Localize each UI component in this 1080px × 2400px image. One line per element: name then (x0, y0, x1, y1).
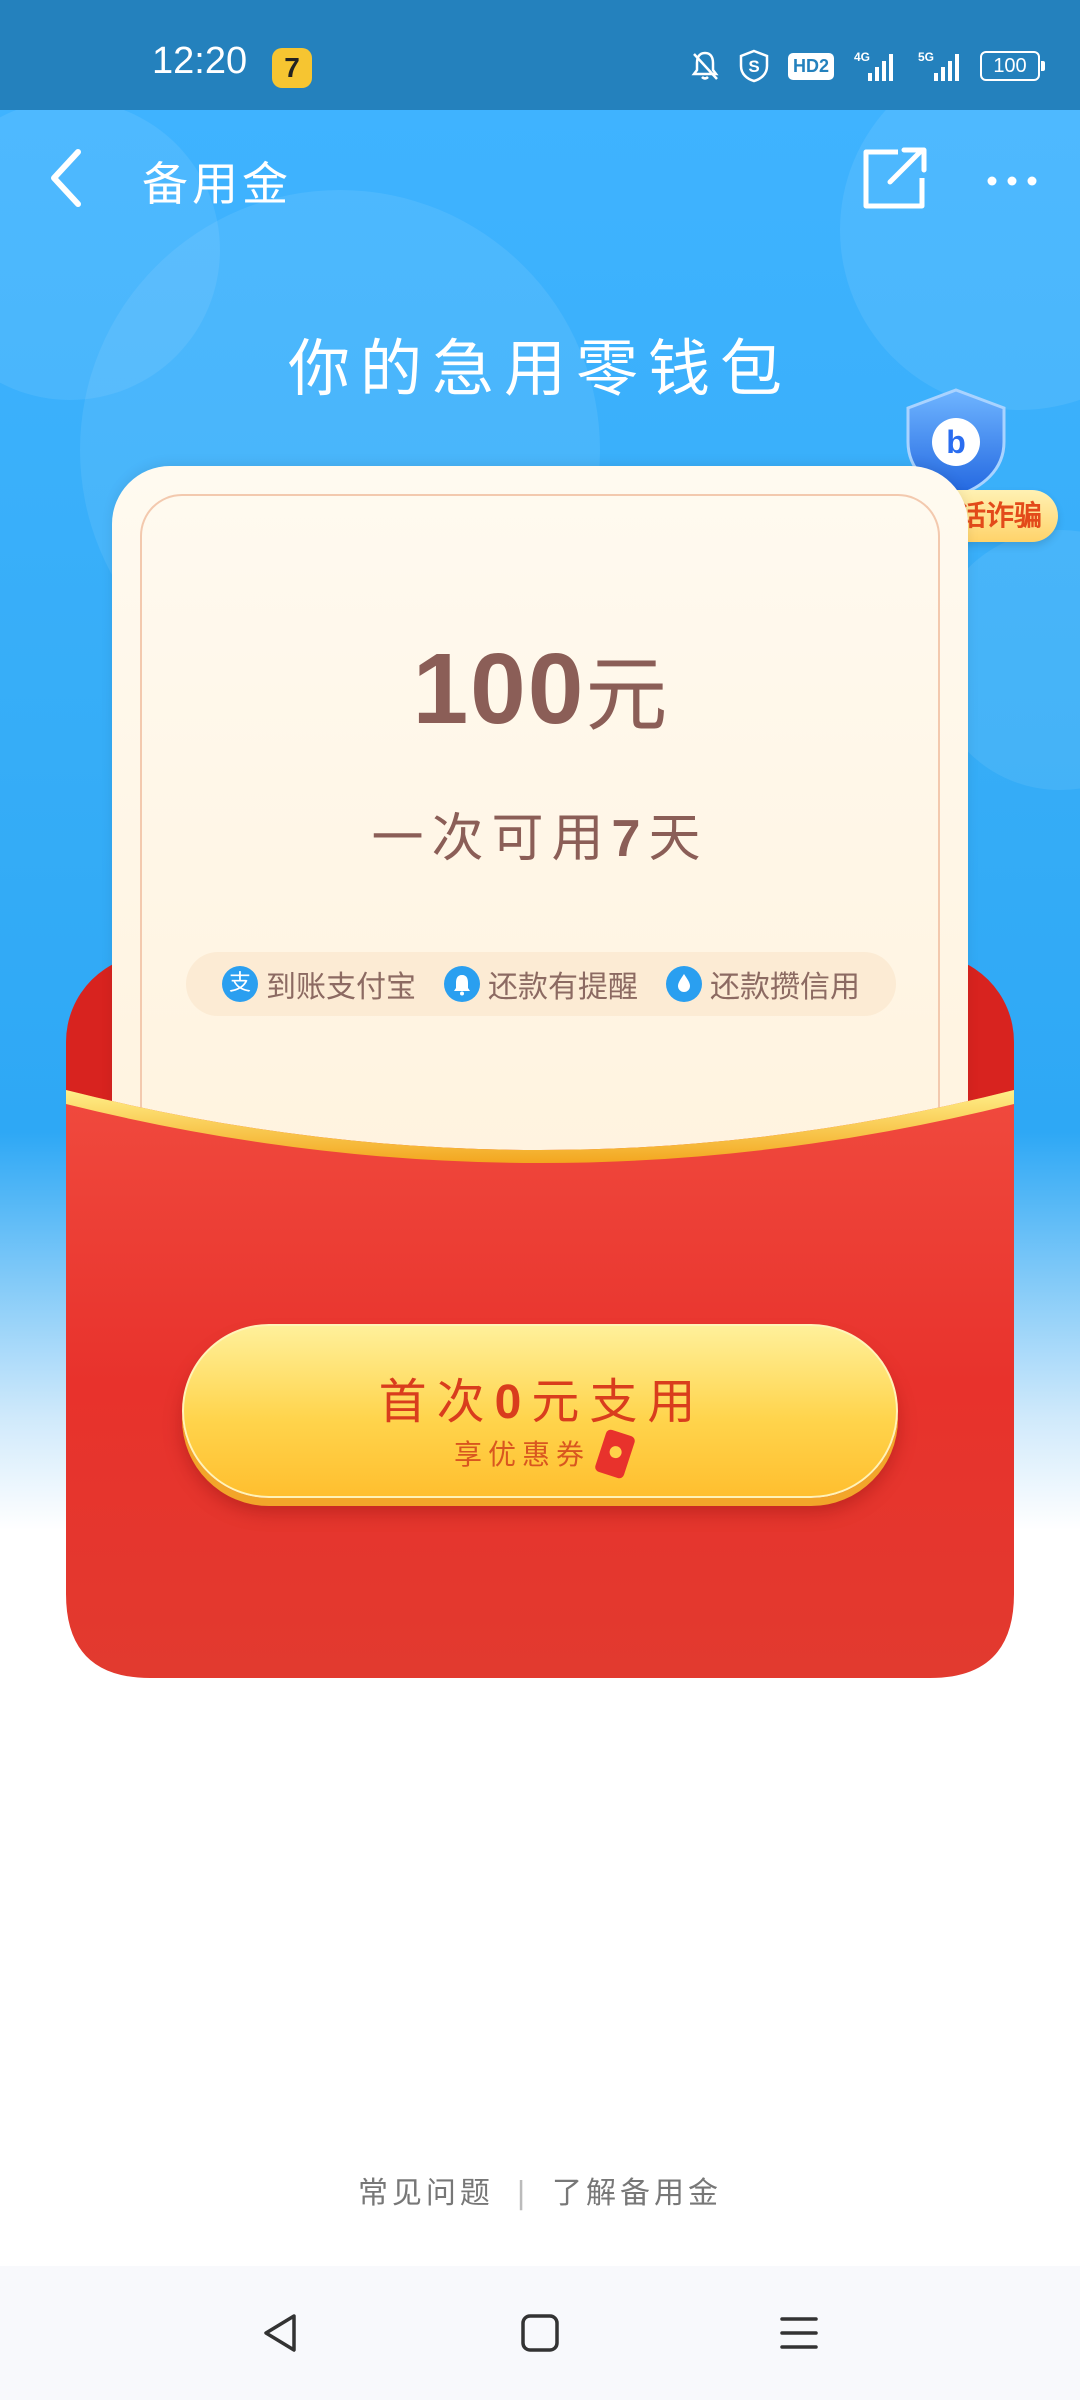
system-back-icon[interactable] (256, 2308, 306, 2358)
back-button[interactable] (38, 138, 98, 218)
feature-credit: 还款攒信用 (666, 962, 860, 1006)
signal-4g-icon: 4G (854, 50, 893, 81)
status-icons: S HD2 4G 5G 100 (690, 44, 1045, 88)
amount: 100元 (112, 628, 968, 747)
svg-text:b: b (946, 424, 966, 460)
quota-card: 100元 一次可用7天 支 到账支付宝 还款有提醒 还款攒信用 (112, 466, 968, 1166)
more-options-button[interactable] (980, 156, 1044, 206)
signal-5g-icon: 5G (918, 50, 959, 81)
feature-label: 还款攒信用 (710, 970, 860, 1005)
usage-period: 一次可用7天 (112, 796, 968, 871)
cta-suffix: 元支用 (531, 1374, 706, 1430)
feature-list: 支 到账支付宝 还款有提醒 还款攒信用 (186, 952, 896, 1016)
bell-icon (444, 966, 480, 1002)
cta-number: 0 (494, 1376, 532, 1429)
status-time: 12:20 (152, 40, 248, 82)
system-recents-icon[interactable] (774, 2308, 824, 2358)
app-notification-icon: 7 (272, 48, 312, 88)
cta-main-text: 首次0元支用 (184, 1362, 900, 1432)
amount-number: 100 (412, 633, 586, 745)
cta-prefix: 首次 (378, 1374, 495, 1430)
page-title: 备用金 (142, 157, 292, 211)
period-suffix: 天 (648, 809, 709, 869)
battery-icon: 100 (980, 51, 1045, 81)
system-nav-bar (0, 2266, 1080, 2400)
hd-voice-badge: HD2 (787, 52, 834, 80)
amount-unit: 元 (585, 648, 668, 743)
about-link[interactable]: 了解备用金 (552, 2176, 722, 2211)
period-prefix: 一次可用 (371, 809, 612, 869)
mute-bell-icon (691, 51, 719, 80)
feature-label: 到账支付宝 (266, 970, 416, 1005)
feature-label: 还款有提醒 (488, 970, 638, 1005)
coupon-icon (593, 1428, 637, 1480)
period-number: 7 (611, 810, 649, 868)
faq-link[interactable]: 常见问题 (358, 2176, 494, 2211)
signal-5g-label: 5G (918, 50, 934, 64)
system-home-icon[interactable] (515, 2308, 565, 2358)
first-use-button[interactable]: 首次0元支用 享优惠券 (182, 1324, 898, 1498)
svg-text:S: S (748, 57, 759, 76)
signal-4g-label: 4G (854, 50, 870, 64)
status-bar: 12:20 7 S HD2 4G 5G 100 (0, 0, 1080, 110)
feature-alipay: 支 到账支付宝 (222, 962, 416, 1006)
alipay-icon: 支 (222, 966, 258, 1002)
share-button[interactable] (860, 146, 930, 212)
coupon-label: 享优惠券 (453, 1438, 590, 1471)
footer-separator: | (515, 2176, 531, 2211)
security-shield-icon: S (739, 49, 769, 83)
feature-reminder: 还款有提醒 (444, 962, 638, 1006)
footer-links: 常见问题 | 了解备用金 (0, 2168, 1080, 2212)
credit-drop-icon (666, 966, 702, 1002)
cta-sub-text: 享优惠券 (184, 1428, 900, 1480)
